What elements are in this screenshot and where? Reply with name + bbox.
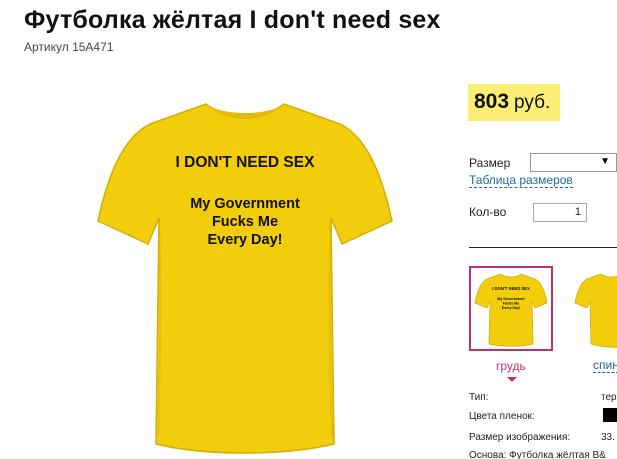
spec-film-colors-label: Цвета пленок: <box>469 411 535 422</box>
size-label: Размер <box>469 156 511 170</box>
quantity-input[interactable]: 1 <box>533 203 587 222</box>
spec-base-label: Основа: Футболка жёлтая В& <box>469 450 606 459</box>
spec-image-size-value: 33. <box>601 432 615 443</box>
view-front-label[interactable]: грудь <box>496 359 526 373</box>
svg-text:Fucks Me: Fucks Me <box>503 302 519 306</box>
spec-type-label: Тип: <box>469 392 489 403</box>
quantity-label: Кол-во <box>469 205 507 219</box>
svg-text:Every Day!: Every Day! <box>502 306 521 310</box>
product-sku: Артикул 15А471 <box>24 40 114 54</box>
svg-text:I DON'T NEED SEX: I DON'T NEED SEX <box>492 286 530 291</box>
print-headline: I DON'T NEED SEX <box>175 154 315 171</box>
size-table-link[interactable]: Таблица размеров <box>469 173 573 188</box>
thumbnail-front[interactable]: I DON'T NEED SEX My Government Fucks Me … <box>469 266 553 351</box>
svg-text:My Government: My Government <box>497 297 525 301</box>
divider <box>469 247 617 248</box>
tshirt-back-thumbnail <box>574 273 617 348</box>
price-badge: 803 руб. <box>468 84 560 121</box>
film-color-swatch <box>603 408 617 422</box>
print-subtext-line: My Government <box>190 196 300 212</box>
product-title: Футболка жёлтая I don't need sex <box>24 6 441 34</box>
tshirt-front-image <box>97 103 393 454</box>
dropdown-arrow-icon: ▼ <box>600 156 610 167</box>
print-subtext-line: Every Day! <box>207 232 283 248</box>
view-back-label[interactable]: спин <box>593 359 617 373</box>
tshirt-front-thumbnail: I DON'T NEED SEX My Government Fucks Me … <box>474 273 548 347</box>
thumbnail-back[interactable] <box>573 266 617 351</box>
active-view-marker-icon <box>507 377 517 382</box>
size-select[interactable]: ▼ <box>530 153 617 172</box>
price-currency: руб. <box>514 92 551 113</box>
spec-type-value: тер <box>601 392 617 403</box>
print-subtext-line: Fucks Me <box>211 214 279 230</box>
price-value: 803 <box>474 90 510 113</box>
print-subtext: My Government Fucks Me Every Day! <box>80 195 410 249</box>
spec-image-size-label: Размер изображения: <box>469 432 571 443</box>
product-image: I DON'T NEED SEX My Government Fucks Me … <box>80 96 410 456</box>
